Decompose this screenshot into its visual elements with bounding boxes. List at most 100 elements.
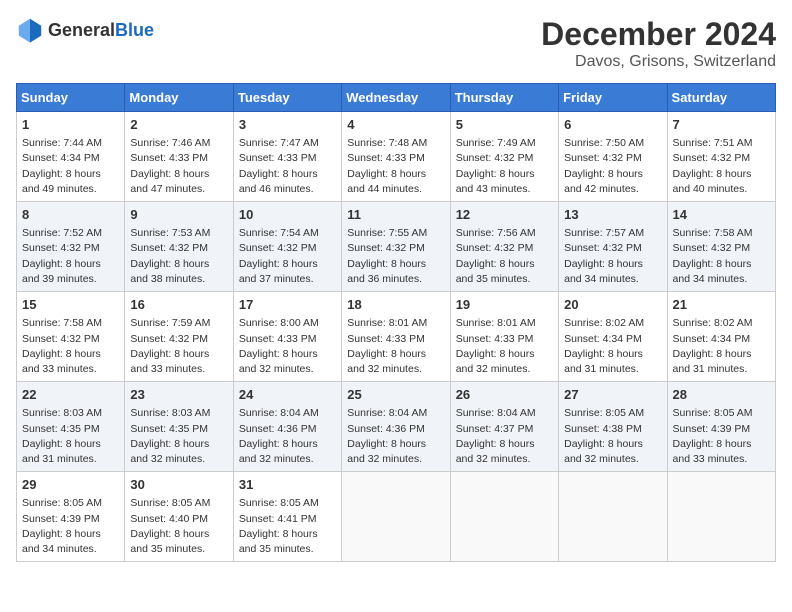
calendar-cell: 18Sunrise: 8:01 AM Sunset: 4:33 PM Dayli… xyxy=(342,292,450,382)
day-info: Sunrise: 8:02 AM Sunset: 4:34 PM Dayligh… xyxy=(564,316,661,377)
day-info: Sunrise: 7:57 AM Sunset: 4:32 PM Dayligh… xyxy=(564,226,661,287)
calendar-cell: 9 Sunrise: 7:53 AM Sunset: 4:32 PM Daylig… xyxy=(125,202,233,292)
calendar-cell: 28Sunrise: 8:05 AM Sunset: 4:39 PM Dayli… xyxy=(667,382,775,472)
day-number: 9 xyxy=(130,206,227,224)
day-number: 14 xyxy=(673,206,770,224)
day-info: Sunrise: 8:02 AM Sunset: 4:34 PM Dayligh… xyxy=(673,316,770,377)
calendar-cell: 3 Sunrise: 7:47 AM Sunset: 4:33 PM Daylig… xyxy=(233,112,341,202)
calendar-week-row: 29 Sunrise: 8:05 AM Sunset: 4:39 PM Dayli… xyxy=(17,472,776,562)
calendar-cell xyxy=(450,472,558,562)
day-info: Sunrise: 7:47 AM Sunset: 4:33 PM Dayligh… xyxy=(239,136,336,197)
calendar-cell: 21 Sunrise: 8:02 AM Sunset: 4:34 PM Dayli… xyxy=(667,292,775,382)
calendar-week-row: 8 Sunrise: 7:52 AM Sunset: 4:32 PM Daylig… xyxy=(17,202,776,292)
day-info: Sunrise: 8:00 AM Sunset: 4:33 PM Dayligh… xyxy=(239,316,336,377)
day-info: Sunrise: 7:58 AM Sunset: 4:32 PM Dayligh… xyxy=(673,226,770,287)
calendar-cell xyxy=(667,472,775,562)
calendar-cell xyxy=(559,472,667,562)
day-number: 31 xyxy=(239,476,336,494)
day-number: 3 xyxy=(239,116,336,134)
calendar-cell: 31 Sunrise: 8:05 AM Sunset: 4:41 PM Dayli… xyxy=(233,472,341,562)
day-info: Sunrise: 7:56 AM Sunset: 4:32 PM Dayligh… xyxy=(456,226,553,287)
calendar-cell: 12 Sunrise: 7:56 AM Sunset: 4:32 PM Dayli… xyxy=(450,202,558,292)
day-number: 21 xyxy=(673,296,770,314)
day-info: Sunrise: 8:05 AM Sunset: 4:39 PM Dayligh… xyxy=(22,496,119,557)
day-info: Sunrise: 7:53 AM Sunset: 4:32 PM Dayligh… xyxy=(130,226,227,287)
calendar-cell: 14 Sunrise: 7:58 AM Sunset: 4:32 PM Dayli… xyxy=(667,202,775,292)
calendar-table: SundayMondayTuesdayWednesdayThursdayFrid… xyxy=(16,83,776,562)
day-number: 15 xyxy=(22,296,119,314)
calendar-cell: 17 Sunrise: 8:00 AM Sunset: 4:33 PM Dayli… xyxy=(233,292,341,382)
day-info: Sunrise: 8:01 AM Sunset: 4:33 PM Dayligh… xyxy=(347,316,444,377)
day-number: 4 xyxy=(347,116,444,134)
day-info: Sunrise: 7:50 AM Sunset: 4:32 PM Dayligh… xyxy=(564,136,661,197)
day-info: Sunrise: 8:05 AM Sunset: 4:40 PM Dayligh… xyxy=(130,496,227,557)
calendar-cell: 25 Sunrise: 8:04 AM Sunset: 4:36 PM Dayli… xyxy=(342,382,450,472)
logo-icon xyxy=(16,16,44,44)
calendar-cell: 27Sunrise: 8:05 AM Sunset: 4:38 PM Dayli… xyxy=(559,382,667,472)
day-number: 2 xyxy=(130,116,227,134)
day-info: Sunrise: 7:44 AM Sunset: 4:34 PM Dayligh… xyxy=(22,136,119,197)
calendar-cell: 29 Sunrise: 8:05 AM Sunset: 4:39 PM Dayli… xyxy=(17,472,125,562)
logo-text-general: General xyxy=(48,20,115,40)
day-info: Sunrise: 7:55 AM Sunset: 4:32 PM Dayligh… xyxy=(347,226,444,287)
calendar-cell: 26Sunrise: 8:04 AM Sunset: 4:37 PM Dayli… xyxy=(450,382,558,472)
day-number: 24 xyxy=(239,386,336,404)
day-info: Sunrise: 7:49 AM Sunset: 4:32 PM Dayligh… xyxy=(456,136,553,197)
day-info: Sunrise: 7:46 AM Sunset: 4:33 PM Dayligh… xyxy=(130,136,227,197)
day-info: Sunrise: 8:04 AM Sunset: 4:36 PM Dayligh… xyxy=(347,406,444,467)
day-number: 13 xyxy=(564,206,661,224)
calendar-cell: 4Sunrise: 7:48 AM Sunset: 4:33 PM Daylig… xyxy=(342,112,450,202)
header: GeneralBlue December 2024 Davos, Grisons… xyxy=(16,16,776,71)
calendar-cell: 13 Sunrise: 7:57 AM Sunset: 4:32 PM Dayli… xyxy=(559,202,667,292)
day-info: Sunrise: 7:54 AM Sunset: 4:32 PM Dayligh… xyxy=(239,226,336,287)
calendar-cell: 15 Sunrise: 7:58 AM Sunset: 4:32 PM Dayli… xyxy=(17,292,125,382)
day-number: 12 xyxy=(456,206,553,224)
calendar-cell: 7Sunrise: 7:51 AM Sunset: 4:32 PM Daylig… xyxy=(667,112,775,202)
logo: GeneralBlue xyxy=(16,16,154,44)
day-info: Sunrise: 7:59 AM Sunset: 4:32 PM Dayligh… xyxy=(130,316,227,377)
weekday-header-saturday: Saturday xyxy=(667,84,775,112)
calendar-cell: 23 Sunrise: 8:03 AM Sunset: 4:35 PM Dayli… xyxy=(125,382,233,472)
calendar-cell: 1 Sunrise: 7:44 AM Sunset: 4:34 PM Daylig… xyxy=(17,112,125,202)
weekday-header-tuesday: Tuesday xyxy=(233,84,341,112)
calendar-cell: 8 Sunrise: 7:52 AM Sunset: 4:32 PM Daylig… xyxy=(17,202,125,292)
location-title: Davos, Grisons, Switzerland xyxy=(541,53,776,71)
day-number: 30 xyxy=(130,476,227,494)
day-number: 23 xyxy=(130,386,227,404)
calendar-cell: 30 Sunrise: 8:05 AM Sunset: 4:40 PM Dayli… xyxy=(125,472,233,562)
day-number: 19 xyxy=(456,296,553,314)
day-number: 8 xyxy=(22,206,119,224)
logo-text-blue: Blue xyxy=(115,20,154,40)
day-number: 10 xyxy=(239,206,336,224)
day-number: 11 xyxy=(347,206,444,224)
day-info: Sunrise: 7:52 AM Sunset: 4:32 PM Dayligh… xyxy=(22,226,119,287)
calendar-cell: 19 Sunrise: 8:01 AM Sunset: 4:33 PM Dayli… xyxy=(450,292,558,382)
month-title: December 2024 xyxy=(541,16,776,53)
weekday-header-wednesday: Wednesday xyxy=(342,84,450,112)
day-info: Sunrise: 8:04 AM Sunset: 4:36 PM Dayligh… xyxy=(239,406,336,467)
day-info: Sunrise: 8:03 AM Sunset: 4:35 PM Dayligh… xyxy=(130,406,227,467)
calendar-cell: 6 Sunrise: 7:50 AM Sunset: 4:32 PM Daylig… xyxy=(559,112,667,202)
day-number: 29 xyxy=(22,476,119,494)
weekday-header-friday: Friday xyxy=(559,84,667,112)
calendar-cell: 24 Sunrise: 8:04 AM Sunset: 4:36 PM Dayli… xyxy=(233,382,341,472)
day-info: Sunrise: 8:01 AM Sunset: 4:33 PM Dayligh… xyxy=(456,316,553,377)
day-number: 6 xyxy=(564,116,661,134)
day-number: 25 xyxy=(347,386,444,404)
calendar-cell: 5Sunrise: 7:49 AM Sunset: 4:32 PM Daylig… xyxy=(450,112,558,202)
calendar-week-row: 1 Sunrise: 7:44 AM Sunset: 4:34 PM Daylig… xyxy=(17,112,776,202)
day-info: Sunrise: 7:58 AM Sunset: 4:32 PM Dayligh… xyxy=(22,316,119,377)
weekday-header-sunday: Sunday xyxy=(17,84,125,112)
calendar-cell: 11 Sunrise: 7:55 AM Sunset: 4:32 PM Dayli… xyxy=(342,202,450,292)
day-number: 1 xyxy=(22,116,119,134)
day-number: 27 xyxy=(564,386,661,404)
day-number: 22 xyxy=(22,386,119,404)
day-number: 16 xyxy=(130,296,227,314)
calendar-week-row: 15 Sunrise: 7:58 AM Sunset: 4:32 PM Dayli… xyxy=(17,292,776,382)
day-number: 17 xyxy=(239,296,336,314)
calendar-week-row: 22 Sunrise: 8:03 AM Sunset: 4:35 PM Dayli… xyxy=(17,382,776,472)
day-info: Sunrise: 7:51 AM Sunset: 4:32 PM Dayligh… xyxy=(673,136,770,197)
weekday-header-thursday: Thursday xyxy=(450,84,558,112)
day-info: Sunrise: 8:05 AM Sunset: 4:41 PM Dayligh… xyxy=(239,496,336,557)
calendar-cell xyxy=(342,472,450,562)
